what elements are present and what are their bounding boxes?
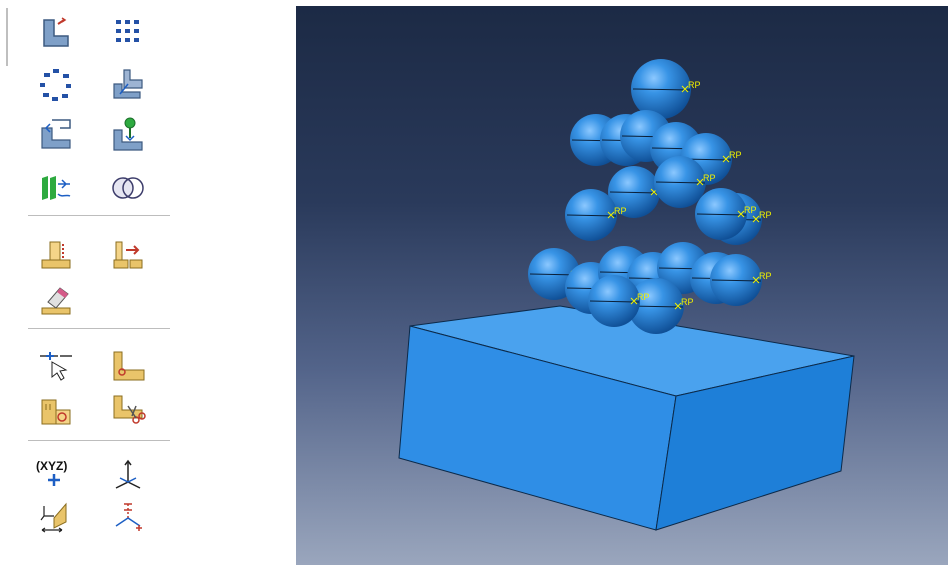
toolbox-separator (28, 328, 170, 329)
rp-label: RP (703, 173, 716, 183)
partition-cell-icon[interactable] (38, 392, 74, 428)
rp-label: RP (759, 271, 772, 281)
circular-pattern-icon[interactable] (38, 66, 74, 102)
sphere-instance[interactable]: RP (710, 254, 772, 306)
extrude-cut-icon[interactable] (38, 236, 74, 272)
create-shell-icon[interactable] (110, 66, 146, 102)
scene-canvas[interactable]: RPRPRPRPRPRPRPRPRPRPRPRPRPRPRPRPRPRPRPRP (296, 6, 948, 565)
translate-feature-icon[interactable] (110, 236, 146, 272)
datum-point-xyz-icon[interactable]: (XYZ) (34, 456, 78, 492)
datum-offset-icon[interactable] (110, 498, 146, 534)
tool-palette: (XYZ) (0, 0, 175, 565)
merge-parts-icon[interactable] (38, 116, 74, 152)
create-part-icon[interactable] (38, 14, 74, 50)
rp-label: RP (688, 80, 701, 90)
rp-label: RP (759, 210, 772, 220)
xyz-label: (XYZ) (36, 459, 67, 473)
rp-label: RP (729, 150, 742, 160)
datum-csys-icon[interactable] (110, 456, 146, 492)
select-edge-icon[interactable] (38, 348, 74, 384)
rp-label: RP (681, 297, 694, 307)
datum-axis-plane-icon[interactable] (38, 498, 74, 534)
palette-edge (6, 8, 8, 66)
boolean-union-icon[interactable] (110, 170, 146, 206)
rp-label: RP (744, 205, 757, 215)
sphere-instance[interactable]: RP (631, 59, 701, 119)
create-datum-points-icon[interactable] (110, 14, 146, 50)
rp-label: RP (614, 206, 627, 216)
sphere-group: RPRPRPRPRPRPRPRPRPRPRPRPRPRPRPRPRPRPRPRP (528, 59, 772, 334)
partition-face-icon[interactable] (38, 170, 74, 206)
box-part[interactable] (398, 305, 855, 531)
fillet-icon[interactable] (110, 348, 146, 384)
erase-feature-icon[interactable] (38, 282, 74, 318)
toolbox-separator (28, 440, 170, 441)
toolbox-separator (28, 215, 170, 216)
model-viewport[interactable]: RPRPRPRPRPRPRPRPRPRPRPRPRPRPRPRPRPRPRPRP (296, 6, 948, 565)
rp-label: RP (637, 292, 650, 302)
cut-geometry-icon[interactable] (110, 392, 146, 428)
reference-point-icon[interactable] (110, 116, 146, 152)
